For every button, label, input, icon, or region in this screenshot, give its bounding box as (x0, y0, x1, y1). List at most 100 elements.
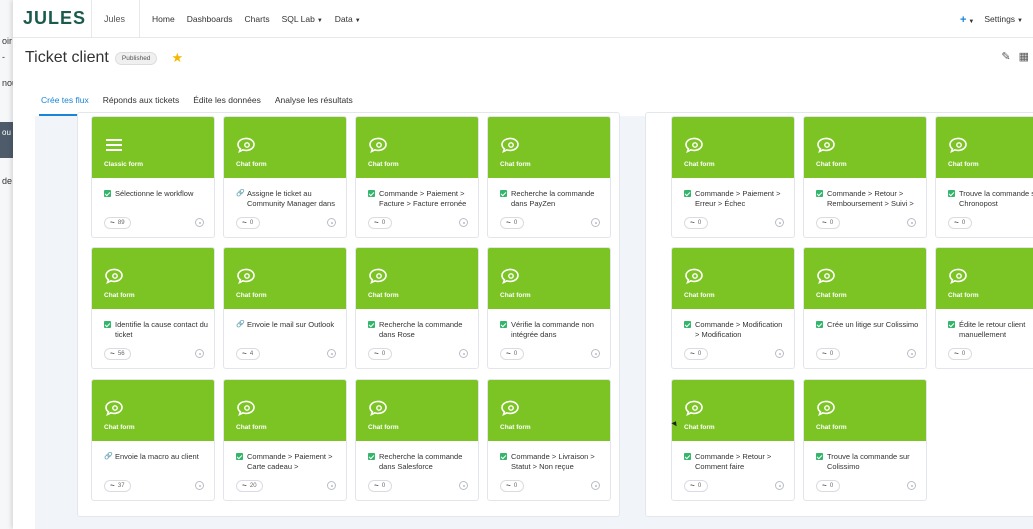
run-count-badge[interactable]: ⏦ 0 (500, 480, 524, 492)
settings-menu[interactable]: Settings ▼ (984, 14, 1023, 24)
card-label[interactable]: Commande > Livraison > Statut > Non reçu… (500, 452, 604, 472)
run-count-badge[interactable]: ⏦ 37 (104, 480, 131, 492)
card-label[interactable]: Commande > Paiement > Erreur > Échec (684, 189, 788, 209)
app-name[interactable]: Jules (92, 14, 139, 24)
gear-icon[interactable] (195, 218, 204, 227)
run-count-badge[interactable]: ⏦ 0 (368, 480, 392, 492)
run-count-badge[interactable]: ⏦ 4 (236, 348, 260, 360)
gear-icon[interactable] (775, 349, 784, 358)
card-label[interactable]: Identifie la cause contact du ticket (104, 320, 208, 340)
nav-dashboards[interactable]: Dashboards (181, 14, 239, 24)
workflow-card[interactable]: Chat form Trouve la commande sur Chronopo… (935, 116, 1033, 238)
card-header[interactable]: Chat form (356, 380, 478, 441)
card-header[interactable]: Chat form (224, 117, 346, 178)
gear-icon[interactable] (591, 349, 600, 358)
workflow-card[interactable]: Chat form Commande > Paiement > Carte cad… (223, 379, 347, 501)
gear-icon[interactable] (459, 218, 468, 227)
run-count-badge[interactable]: ⏦ 20 (236, 480, 263, 492)
card-label[interactable]: Recherche la commande dans Salesforce (368, 452, 472, 472)
run-count-badge[interactable]: ⏦ 0 (500, 217, 524, 229)
run-count-badge[interactable]: ⏦ 0 (816, 480, 840, 492)
gear-icon[interactable] (327, 218, 336, 227)
run-count-badge[interactable]: ⏦ 0 (368, 348, 392, 360)
run-count-badge[interactable]: ⏦ 0 (500, 348, 524, 360)
card-header[interactable]: Chat form (804, 380, 926, 441)
gear-icon[interactable] (907, 481, 916, 490)
card-header[interactable]: Chat form (488, 248, 610, 309)
status-badge[interactable]: Published (114, 51, 158, 65)
card-header[interactable]: Chat form (356, 117, 478, 178)
run-count-badge[interactable]: ⏦ 89 (104, 217, 131, 229)
workflow-card[interactable]: Chat form Recherche la commande dans Rose… (355, 247, 479, 369)
gear-icon[interactable] (195, 349, 204, 358)
card-label[interactable]: Commande > Retour > Remboursement > Suiv… (816, 189, 920, 209)
card-label[interactable]: Sélectionne le workflow (104, 189, 208, 209)
workflow-card[interactable]: Chat form Commande > Modification > Modif… (671, 247, 795, 369)
gear-icon[interactable] (195, 481, 204, 490)
nav-home[interactable]: Home (146, 14, 181, 24)
card-label[interactable]: Commande > Retour > Comment faire (684, 452, 788, 472)
card-header[interactable]: Chat form (672, 248, 794, 309)
run-count-badge[interactable]: ⏦ 0 (684, 480, 708, 492)
run-count-badge[interactable]: ⏦ 0 (816, 348, 840, 360)
workflow-card[interactable]: Chat form Recherche la commande dans PayZ… (487, 116, 611, 238)
workflow-card[interactable]: Chat form Identifie la cause contact du t… (91, 247, 215, 369)
gear-icon[interactable] (459, 349, 468, 358)
run-count-badge[interactable]: ⏦ 0 (684, 348, 708, 360)
gear-icon[interactable] (775, 218, 784, 227)
card-label[interactable]: Commande > Modification > Modification (684, 320, 788, 340)
card-header[interactable]: Classic form (92, 117, 214, 178)
card-label[interactable]: 🔗 Envoie la macro au client (104, 452, 208, 472)
card-label[interactable]: Trouve la commande sur Chronopost (948, 189, 1033, 209)
workflow-card[interactable]: Chat form 🔗 Envoie la macro au client ⏦ 37 (91, 379, 215, 501)
workflow-card[interactable]: Chat form Édite le retour client manuelle… (935, 247, 1033, 369)
workflow-card[interactable]: Chat form Trouve la commande sur Colissim… (803, 379, 927, 501)
card-label[interactable]: Trouve la commande sur Colissimo (816, 452, 920, 472)
card-header[interactable]: Chat form (936, 248, 1033, 309)
workflow-card[interactable]: Chat form Commande > Paiement > Erreur > … (671, 116, 795, 238)
gear-icon[interactable] (907, 218, 916, 227)
gear-icon[interactable] (907, 349, 916, 358)
nav-charts[interactable]: Charts (239, 14, 276, 24)
gear-icon[interactable] (775, 481, 784, 490)
card-header[interactable]: Chat form (488, 380, 610, 441)
card-label[interactable]: Crée un litige sur Colissimo (816, 320, 920, 340)
gear-icon[interactable] (591, 481, 600, 490)
workflow-card[interactable]: Chat form Commande > Paiement > Facture >… (355, 116, 479, 238)
workflow-card[interactable]: Chat form Commande > Retour > Rembourseme… (803, 116, 927, 238)
gear-icon[interactable] (327, 481, 336, 490)
calendar-icon[interactable]: ▦ (1019, 50, 1029, 63)
logo[interactable]: JULES (23, 8, 85, 29)
card-label[interactable]: Édite le retour client manuellement (948, 320, 1033, 340)
gear-icon[interactable] (591, 218, 600, 227)
run-count-badge[interactable]: ⏦ 0 (948, 348, 972, 360)
card-header[interactable]: Chat form (936, 117, 1033, 178)
run-count-badge[interactable]: ⏦ 0 (816, 217, 840, 229)
card-header[interactable]: Chat form (356, 248, 478, 309)
edit-icon[interactable]: ✎ (1001, 50, 1010, 63)
card-label[interactable]: Vérifie la commande non intégrée dans (500, 320, 604, 340)
run-count-badge[interactable]: ⏦ 56 (104, 348, 131, 360)
run-count-badge[interactable]: ⏦ 0 (236, 217, 260, 229)
favorite-star-icon[interactable]: ★ (171, 50, 183, 66)
card-label[interactable]: Commande > Paiement > Facture > Facture … (368, 189, 472, 209)
nav-sql-lab[interactable]: SQL Lab ▼ (276, 14, 329, 24)
card-header[interactable]: Chat form (672, 117, 794, 178)
workflow-card[interactable]: Chat form Commande > Livraison > Statut >… (487, 379, 611, 501)
workflow-card[interactable]: Classic form Sélectionne le workflow ⏦ 89 (91, 116, 215, 238)
card-header[interactable]: Chat form (488, 117, 610, 178)
card-label[interactable]: Recherche la commande dans PayZen (500, 189, 604, 209)
run-count-badge[interactable]: ⏦ 0 (684, 217, 708, 229)
workflow-card[interactable]: Chat form 🔗 Envoie le mail sur Outlook ⏦ 4 (223, 247, 347, 369)
add-menu[interactable]: + ▼ (960, 10, 974, 28)
card-header[interactable]: Chat form (804, 117, 926, 178)
card-header[interactable]: Chat form (804, 248, 926, 309)
card-header[interactable]: Chat form (92, 380, 214, 441)
gear-icon[interactable] (459, 481, 468, 490)
card-header[interactable]: Chat form (92, 248, 214, 309)
workflow-card[interactable]: Chat form Recherche la commande dans Sale… (355, 379, 479, 501)
card-header[interactable]: Chat form (672, 380, 794, 441)
run-count-badge[interactable]: ⏦ 0 (948, 217, 972, 229)
card-label[interactable]: Commande > Paiement > Carte cadeau > (236, 452, 340, 472)
workflow-card[interactable]: Chat form Commande > Retour > Comment fai… (671, 379, 795, 501)
